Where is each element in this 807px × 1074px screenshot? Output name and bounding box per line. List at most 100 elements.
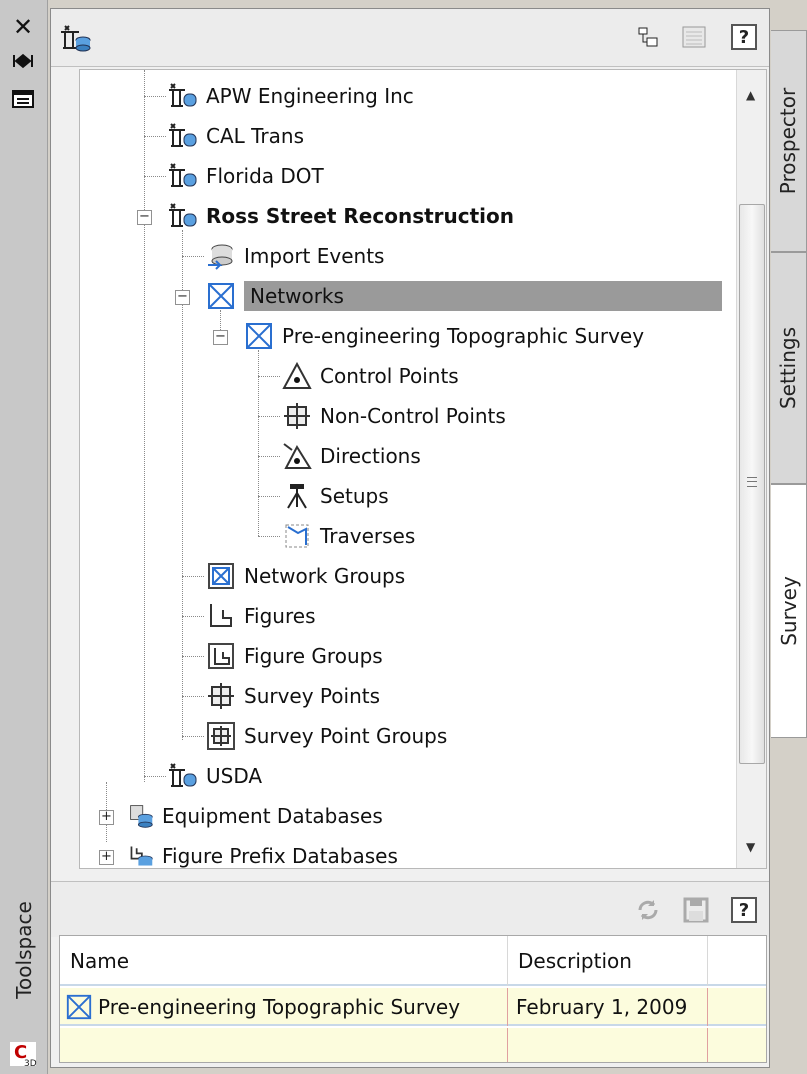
collapse-pre-engineering[interactable]: −	[213, 330, 228, 345]
tree-node-label: Networks	[244, 281, 722, 311]
tree-node-florida-dot[interactable]: Florida DOT	[168, 158, 324, 194]
cell-description[interactable]: February 1, 2009	[508, 988, 708, 1026]
tree-node-label: Survey Point Groups	[244, 724, 448, 748]
tree-node-directions[interactable]: Directions	[282, 438, 421, 474]
tree-node-label: Directions	[320, 444, 421, 468]
tree-node-label: Figure Prefix Databases	[162, 844, 398, 868]
network-group-icon	[208, 563, 234, 589]
tree-node-ross-street[interactable]: Ross Street Reconstruction	[168, 198, 514, 234]
non-control-point-icon	[284, 403, 310, 429]
survey-point-group-icon	[207, 722, 235, 750]
scroll-up-icon[interactable]: ▲	[746, 88, 755, 102]
autohide-icon[interactable]	[10, 50, 36, 72]
figure-prefix-database-icon	[130, 846, 153, 866]
tree-node-import-events[interactable]: Import Events	[206, 238, 384, 274]
direction-icon	[283, 443, 312, 469]
tree-node-networks[interactable]: Networks	[206, 278, 722, 314]
tree-node-equipment-databases[interactable]: Equipment Databases	[128, 798, 383, 834]
tree-node-pre-engineering-survey[interactable]: Pre-engineering Topographic Survey	[244, 318, 644, 354]
tree-node-label: Figures	[244, 604, 316, 628]
tab-survey[interactable]: Survey	[771, 484, 807, 738]
svg-text:3D: 3D	[24, 1059, 37, 1068]
traverse-icon	[285, 524, 309, 548]
tree-node-label: Traverses	[320, 524, 416, 548]
tree-node-survey-point-groups[interactable]: Survey Point Groups	[206, 718, 447, 754]
tree-node-setups[interactable]: Setups	[282, 478, 389, 514]
expand-figure-prefix-databases[interactable]: +	[99, 850, 114, 865]
column-header-name[interactable]: Name	[60, 936, 508, 986]
tree-node-label: Setups	[320, 484, 389, 508]
survey-database-icon	[169, 763, 197, 787]
tree-node-label: USDA	[206, 764, 263, 788]
survey-database-icon	[169, 123, 197, 147]
network-icon	[246, 323, 272, 349]
tree-node-non-control-points[interactable]: Non-Control Points	[282, 398, 506, 434]
tree-node-figures[interactable]: Figures	[206, 598, 315, 634]
tab-prospector[interactable]: Prospector	[771, 30, 807, 252]
network-icon	[66, 994, 92, 1020]
setup-icon	[287, 484, 307, 509]
bottom-toolbar: ?	[51, 881, 769, 937]
tree-node-label: Non-Control Points	[320, 404, 506, 428]
save-icon[interactable]	[683, 897, 709, 923]
import-events-icon	[208, 244, 233, 270]
tree-node-apw-engineering[interactable]: APW Engineering Inc	[168, 78, 414, 114]
grid-header: Name Description	[60, 936, 766, 986]
collapse-networks[interactable]: −	[175, 290, 190, 305]
network-icon	[208, 283, 234, 309]
survey-panel: ? APW Engineering Inc CAL Trans Florida …	[50, 8, 770, 1068]
figure-icon	[210, 604, 232, 627]
toolspace-title-bar: ✕ Toolspace C 3D	[0, 0, 48, 1074]
tree-node-label: Equipment Databases	[162, 804, 383, 828]
civil3d-logo: C 3D	[8, 1040, 38, 1069]
item-view-icon[interactable]	[681, 24, 707, 50]
control-point-icon	[282, 361, 312, 389]
top-toolbar: ?	[51, 9, 769, 67]
survey-tree[interactable]: APW Engineering Inc CAL Trans Florida DO…	[79, 69, 767, 869]
network-grid: Name Description Pre-engineering Topogra…	[59, 935, 767, 1063]
close-icon[interactable]: ✕	[10, 13, 36, 41]
equipment-database-icon	[130, 805, 153, 828]
tree-node-survey-points[interactable]: Survey Points	[206, 678, 380, 714]
tree-node-control-points[interactable]: Control Points	[282, 358, 459, 394]
tree-node-label: Import Events	[244, 244, 385, 268]
tree-node-network-groups[interactable]: Network Groups	[206, 558, 405, 594]
column-header-description[interactable]: Description	[508, 936, 708, 986]
tree-node-traverses[interactable]: Traverses	[282, 518, 415, 554]
tree-node-label: Control Points	[320, 364, 459, 388]
survey-database-icon	[169, 83, 197, 107]
refresh-icon[interactable]	[635, 897, 661, 923]
tree-scrollbar[interactable]: ▲ ▼	[736, 70, 766, 868]
tree-node-label: Pre-engineering Topographic Survey	[282, 324, 645, 348]
tree-node-label: Figure Groups	[244, 644, 383, 668]
tree-node-label: Network Groups	[244, 564, 406, 588]
tree-node-figure-groups[interactable]: Figure Groups	[206, 638, 383, 674]
cell-empty	[508, 1028, 708, 1062]
help-button[interactable]: ?	[731, 24, 757, 50]
survey-database-icon	[59, 24, 93, 52]
table-row[interactable]: Pre-engineering Topographic Survey Febru…	[60, 988, 766, 1026]
cell-name-text: Pre-engineering Topographic Survey	[98, 995, 461, 1019]
toolspace-title: Toolspace	[12, 901, 36, 999]
properties-icon[interactable]	[10, 88, 36, 110]
tree-node-label: CAL Trans	[206, 124, 304, 148]
collapse-ross-street[interactable]: −	[137, 210, 152, 225]
tree-node-label: APW Engineering Inc	[206, 84, 414, 108]
cell-empty	[60, 1028, 508, 1062]
help-button[interactable]: ?	[731, 897, 757, 923]
survey-point-icon	[208, 683, 234, 709]
expand-equipment-databases[interactable]: +	[99, 810, 114, 825]
tree-node-label: Survey Points	[244, 684, 381, 708]
tree-node-usda[interactable]: USDA	[168, 758, 262, 794]
tree-node-cal-trans[interactable]: CAL Trans	[168, 118, 304, 154]
tab-settings[interactable]: Settings	[771, 252, 807, 484]
scroll-thumb[interactable]	[739, 204, 765, 764]
survey-database-icon	[169, 203, 197, 227]
scroll-down-icon[interactable]: ▼	[746, 840, 755, 854]
table-row-empty[interactable]	[60, 1028, 766, 1062]
cell-name[interactable]: Pre-engineering Topographic Survey	[60, 988, 508, 1026]
tree-node-figure-prefix-databases[interactable]: Figure Prefix Databases	[128, 838, 398, 868]
tree-node-label: Ross Street Reconstruction	[206, 204, 515, 228]
figure-group-icon	[208, 643, 234, 669]
list-view-icon[interactable]	[635, 24, 661, 50]
